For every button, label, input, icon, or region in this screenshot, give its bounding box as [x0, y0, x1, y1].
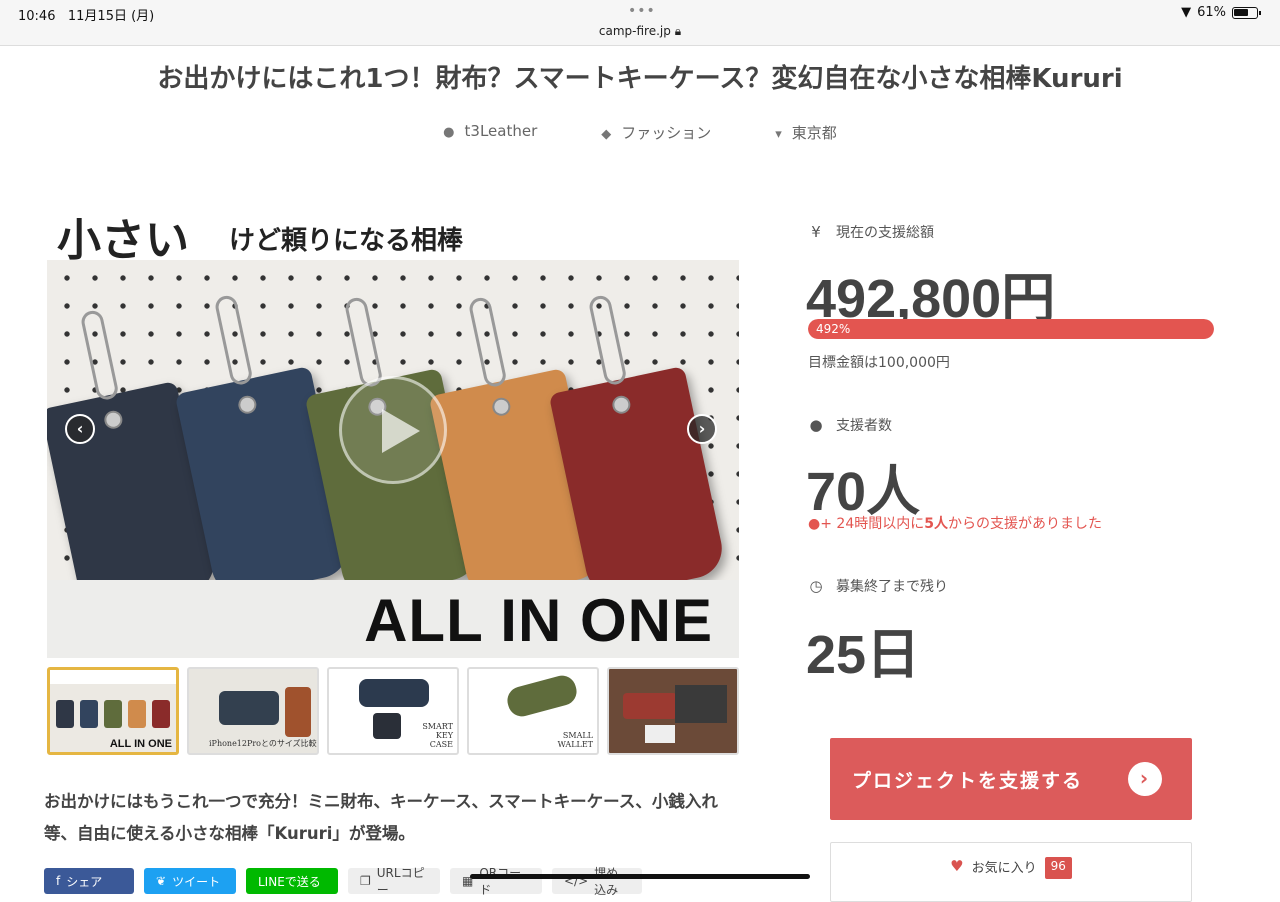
thumbnail-4[interactable]: SMALL WALLET: [467, 667, 599, 755]
recent-backers-notice: ●+ 24時間以内に5人からの支援がありました: [808, 513, 1102, 533]
lock-icon: 🔒︎: [674, 24, 682, 38]
thumb-wallet: [56, 700, 74, 728]
hero-heading-big: 小さい: [57, 215, 189, 266]
carousel-prev-button[interactable]: ‹: [65, 414, 95, 444]
thumb-label: SMART KEY CASE: [422, 722, 453, 749]
location-text: 東京都: [791, 124, 837, 142]
time-text: 10:46: [18, 9, 56, 24]
play-video-button[interactable]: [339, 376, 447, 484]
remaining-days: 25日: [806, 625, 921, 685]
tag-icon: ◆: [601, 127, 612, 142]
date-text: 11月15日 (月): [67, 9, 155, 24]
hero-heading: 小さい けど頼りになる相棒: [47, 198, 739, 266]
more-dots-icon[interactable]: •••: [628, 3, 656, 19]
thumb-wallet: [359, 679, 429, 707]
line-share-button[interactable]: LINEで送る: [246, 868, 338, 894]
twitter-label: ツイート: [172, 874, 221, 889]
recent-prefix: 24時間以内に: [836, 516, 925, 532]
thumb-wallet: [623, 693, 677, 719]
line-label: LINEで送る: [258, 874, 321, 889]
embed-label: 埋め込み: [594, 866, 619, 897]
owner-text: t3Leather: [464, 122, 538, 140]
remaining-label: 募集終了まで残り: [836, 579, 948, 595]
address-bar[interactable]: camp-fire.jp 🔒︎: [0, 24, 1280, 39]
qr-code-button[interactable]: ▦ QRコード: [450, 866, 542, 897]
hero-caption: ALL IN ONE: [364, 587, 713, 654]
battery-icon: [1232, 6, 1261, 19]
thumb-wallet: [128, 700, 146, 728]
user-plus-icon: ●+: [808, 516, 832, 532]
status-right: ▼ 61%: [1181, 5, 1261, 20]
url-text: camp-fire.jp: [598, 24, 671, 38]
chevron-right-icon: ›: [1128, 762, 1162, 796]
thumb-header: [50, 670, 176, 684]
heart-icon: ♥: [950, 857, 964, 875]
thumbnail-strip: ALL IN ONE iPhone12Proとのサイズ比較 SMART KEY …: [47, 667, 739, 757]
owner-link[interactable]: ● t3Leather: [443, 122, 537, 143]
total-label-row: ¥ 現在の支援総額: [808, 222, 934, 242]
thumbnail-2[interactable]: iPhone12Proとのサイズ比較: [187, 667, 319, 755]
home-indicator[interactable]: [470, 874, 810, 879]
thumb-label: SMALL WALLET: [557, 731, 593, 749]
location-link[interactable]: ▾ 東京都: [775, 122, 837, 143]
thumb-label: ALL IN ONE: [109, 738, 172, 750]
recent-count: 5人: [924, 516, 948, 532]
url-copy-button[interactable]: ❐ URLコピー: [348, 866, 440, 897]
progress-fill: [808, 319, 1214, 339]
status-time: 10:46 11月15日 (月): [18, 5, 154, 24]
category-link[interactable]: ◆ ファッション: [601, 122, 711, 143]
wifi-icon: ▼: [1181, 5, 1192, 20]
thumb-wallet: [80, 700, 98, 728]
thumb-wallet: [504, 672, 580, 720]
progress-percent: 492%: [816, 322, 851, 336]
project-title: お出かけにはこれ1つ！財布？スマートキーケース？変幻自在な小さな相棒Kururi: [157, 64, 1123, 94]
thumb-wallet: [104, 700, 122, 728]
backers-label-row: ● 支援者数: [808, 415, 892, 435]
recent-suffix: からの支援がありました: [947, 516, 1102, 532]
user-icon: ●: [809, 416, 823, 434]
favorite-label: お気に入り: [971, 861, 1037, 876]
map-pin-icon: ▾: [775, 127, 782, 142]
battery-percent: 61%: [1197, 5, 1226, 20]
facebook-label: シェア: [66, 874, 103, 889]
twitter-share-button[interactable]: ❦ ツイート: [144, 868, 236, 894]
twitter-icon: ❦: [156, 874, 167, 888]
facebook-icon: f: [56, 874, 61, 888]
total-label: 現在の支援総額: [836, 225, 934, 241]
support-project-button[interactable]: プロジェクトを支援する ›: [830, 738, 1192, 820]
thumb-card: [645, 725, 675, 743]
qr-label: QRコード: [479, 866, 522, 897]
funding-progress-bar: 492%: [808, 319, 1214, 339]
carousel-next-button[interactable]: ›: [687, 414, 717, 444]
thumb-key: [373, 713, 401, 739]
support-label: プロジェクトを支援する: [852, 769, 1084, 792]
project-description: お出かけにはもうこれ一つで充分！ミニ財布、キーケース、スマートキーケース、小銭入…: [44, 792, 718, 843]
share-bar: f シェア ❦ ツイート LINEで送る ❐ URLコピー ▦ QRコード </> 埋め込…: [44, 866, 642, 897]
thumbnail-1[interactable]: ALL IN ONE: [47, 667, 179, 755]
copy-icon: ❐: [360, 874, 371, 888]
thumb-label: iPhone12Proとのサイズ比較: [209, 739, 317, 748]
embed-button[interactable]: </> 埋め込み: [552, 866, 642, 897]
hero-heading-small: けど頼りになる相棒: [229, 226, 464, 256]
category-text: ファッション: [621, 124, 712, 142]
backers-label: 支援者数: [836, 418, 892, 434]
status-bar: 10:46 11月15日 (月) ••• camp-fire.jp 🔒︎ ▼ 6…: [0, 0, 1280, 46]
copy-label: URLコピー: [376, 866, 425, 897]
thumb-phone: [285, 687, 311, 737]
hero-carousel[interactable]: 小さい けど頼りになる相棒 ALL IN ONE ‹ ›: [47, 198, 739, 658]
favorite-count: 96: [1044, 857, 1072, 879]
thumbnail-3[interactable]: SMART KEY CASE: [327, 667, 459, 755]
yen-icon: ¥: [811, 223, 821, 241]
thumb-box: [675, 685, 727, 723]
thumb-wallet: [219, 691, 279, 725]
thumb-wallet: [152, 700, 170, 728]
clock-icon: ◷: [809, 577, 823, 595]
remaining-label-row: ◷ 募集終了まで残り: [808, 576, 948, 596]
user-icon: ●: [443, 125, 455, 140]
facebook-share-button[interactable]: f シェア: [44, 868, 134, 894]
goal-amount: 目標金額は100,000円: [808, 355, 950, 371]
thumbnail-5[interactable]: [607, 667, 739, 755]
project-meta: ● t3Leather ◆ ファッション ▾ 東京都: [0, 122, 1280, 143]
favorite-button[interactable]: ♥ お気に入り 96: [830, 842, 1192, 902]
